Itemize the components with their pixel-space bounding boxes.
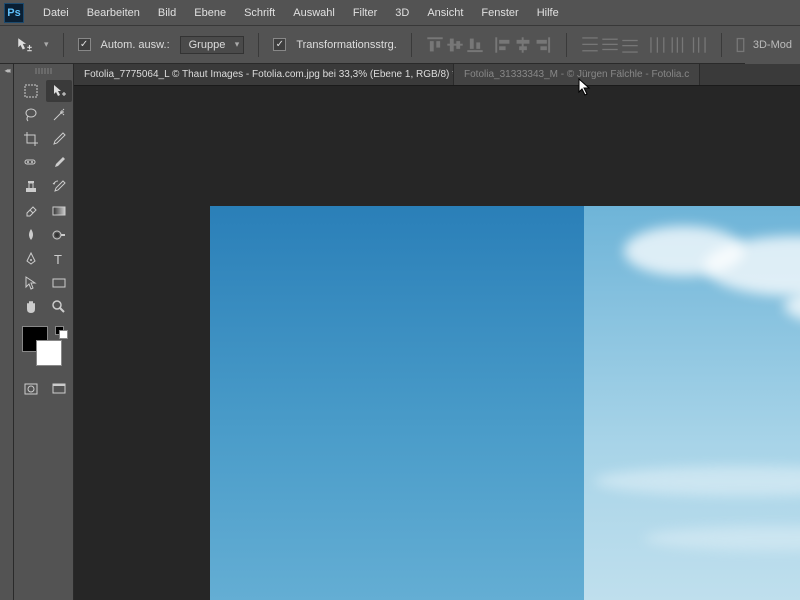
tab-label: Fotolia_31333343_M - © Jürgen Fälchle - … xyxy=(464,69,689,80)
transform-checkbox[interactable]: ✓ xyxy=(273,38,286,51)
type-tool-icon[interactable]: T xyxy=(46,248,72,270)
dist-hcenter-icon[interactable] xyxy=(669,36,687,54)
rectangle-tool-icon[interactable] xyxy=(46,272,72,294)
document-tab-active[interactable]: Fotolia_7775064_L © Thaut Images - Fotol… xyxy=(74,64,454,85)
menu-3d[interactable]: 3D xyxy=(386,7,418,19)
align-right-icon[interactable] xyxy=(534,36,552,54)
align-h-group xyxy=(494,36,552,54)
align-top-icon[interactable] xyxy=(426,36,444,54)
menu-bar: Ps Datei Bearbeiten Bild Ebene Schrift A… xyxy=(0,0,800,26)
brush-tool-icon[interactable] xyxy=(46,152,72,174)
mode-switcher[interactable]: 3D-Mod xyxy=(745,26,800,64)
align-hcenter-icon[interactable] xyxy=(514,36,532,54)
placed-layer xyxy=(584,206,800,600)
document-tab-inactive[interactable]: Fotolia_31333343_M - © Jürgen Fälchle - … xyxy=(454,64,700,85)
gradient-tool-icon[interactable] xyxy=(46,200,72,222)
hand-tool-icon[interactable] xyxy=(18,296,44,318)
menu-auswahl[interactable]: Auswahl xyxy=(284,7,344,19)
auto-select-label: Autom. ausw.: xyxy=(101,39,170,51)
move-tool-indicator-icon xyxy=(16,36,34,54)
background-color[interactable] xyxy=(36,340,62,366)
pen-tool-icon[interactable] xyxy=(18,248,44,270)
svg-text:T: T xyxy=(54,252,62,267)
color-swatches[interactable] xyxy=(20,326,67,370)
align-edges-group xyxy=(426,36,484,54)
menu-datei[interactable]: Datei xyxy=(34,7,78,19)
magic-wand-tool-icon[interactable] xyxy=(46,104,72,126)
eyedropper-tool-icon[interactable] xyxy=(46,128,72,150)
lasso-tool-icon[interactable] xyxy=(18,104,44,126)
dist-top-icon[interactable] xyxy=(581,36,599,54)
auto-select-checkbox[interactable]: ✓ xyxy=(78,38,91,51)
dist-left-icon[interactable] xyxy=(649,36,667,54)
blur-tool-icon[interactable] xyxy=(18,224,44,246)
quick-mask-icon[interactable] xyxy=(18,378,44,400)
panel-collapse-strip[interactable]: ◂◂ xyxy=(0,64,14,600)
default-colors-icon[interactable] xyxy=(55,326,65,336)
align-vcenter-icon[interactable] xyxy=(446,36,464,54)
canvas-area[interactable] xyxy=(74,86,800,600)
dist-vcenter-icon[interactable] xyxy=(601,36,619,54)
toolbox: T xyxy=(14,64,74,600)
menu-hilfe[interactable]: Hilfe xyxy=(528,7,568,19)
healing-brush-tool-icon[interactable] xyxy=(18,152,44,174)
move-tool-icon[interactable] xyxy=(46,80,72,102)
history-brush-tool-icon[interactable] xyxy=(46,176,72,198)
menu-ansicht[interactable]: Ansicht xyxy=(418,7,472,19)
distribute-h-group xyxy=(649,36,707,54)
transform-label: Transformationsstrg. xyxy=(296,39,396,51)
document-tab-bar: Fotolia_7775064_L © Thaut Images - Fotol… xyxy=(74,64,800,86)
menu-filter[interactable]: Filter xyxy=(344,7,386,19)
menu-fenster[interactable]: Fenster xyxy=(472,7,527,19)
align-left-icon[interactable] xyxy=(494,36,512,54)
crop-tool-icon[interactable] xyxy=(18,128,44,150)
menu-ebene[interactable]: Ebene xyxy=(185,7,235,19)
path-selection-tool-icon[interactable] xyxy=(18,272,44,294)
tab-label: Fotolia_7775064_L © Thaut Images - Fotol… xyxy=(84,69,454,80)
auto-select-dropdown[interactable]: Gruppe xyxy=(180,36,245,54)
dist-bottom-icon[interactable] xyxy=(621,36,639,54)
marquee-tool-icon[interactable] xyxy=(18,80,44,102)
distribute-group xyxy=(581,36,639,54)
align-bottom-icon[interactable] xyxy=(466,36,484,54)
app-logo: Ps xyxy=(4,3,24,23)
menu-bild[interactable]: Bild xyxy=(149,7,185,19)
clone-stamp-tool-icon[interactable] xyxy=(18,176,44,198)
menu-bearbeiten[interactable]: Bearbeiten xyxy=(78,7,149,19)
menu-schrift[interactable]: Schrift xyxy=(235,7,284,19)
screen-mode-icon[interactable] xyxy=(46,378,72,400)
zoom-tool-icon[interactable] xyxy=(46,296,72,318)
eraser-tool-icon[interactable] xyxy=(18,200,44,222)
dodge-tool-icon[interactable] xyxy=(46,224,72,246)
options-bar: ▾ ✓ Autom. ausw.: Gruppe ✓ Transformatio… xyxy=(0,26,800,64)
dist-right-icon[interactable] xyxy=(689,36,707,54)
